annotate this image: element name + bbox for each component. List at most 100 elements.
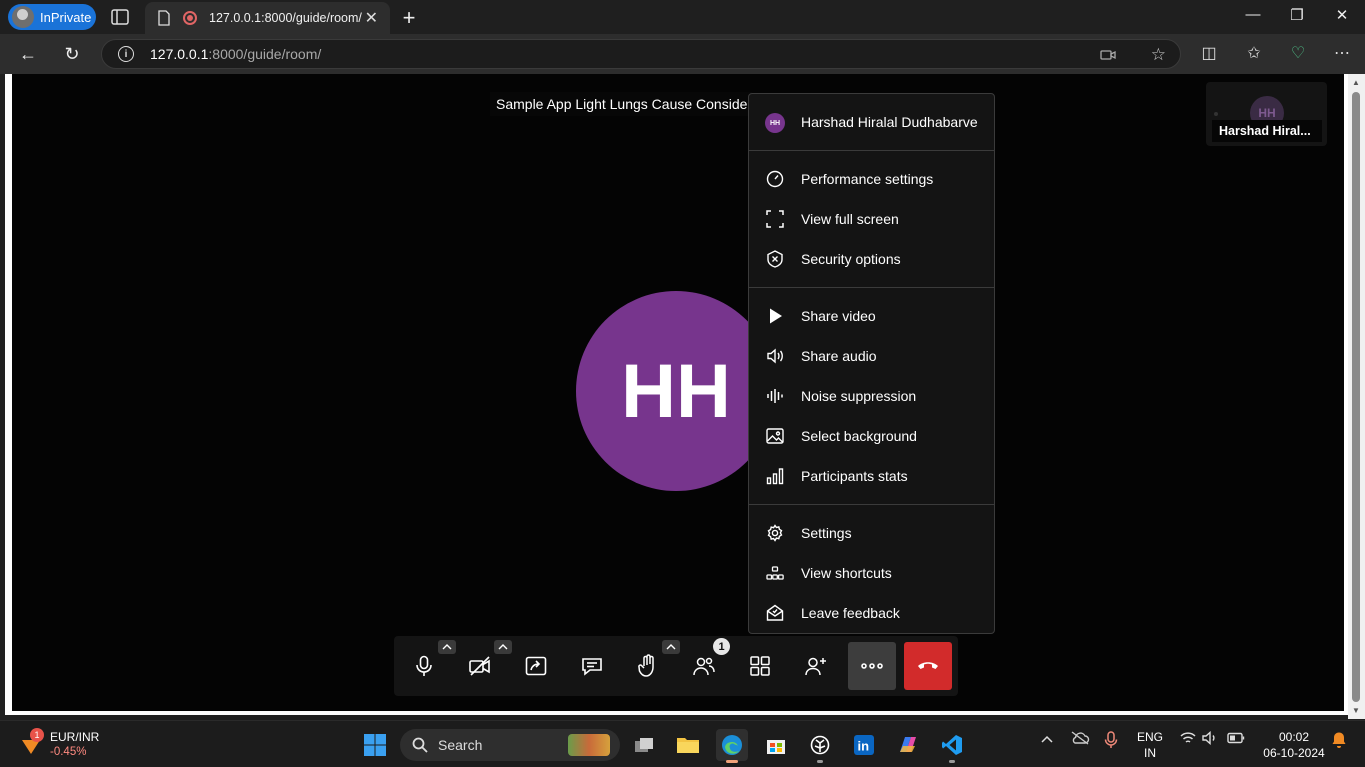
menu-item-view-shortcuts[interactable]: View shortcuts — [749, 555, 994, 591]
active-tab[interactable]: 127.0.0.1:8000/guide/room/ ✕ — [145, 2, 390, 34]
speaker-icon — [765, 346, 785, 366]
favorites-icon[interactable]: ✩ — [1243, 43, 1265, 65]
open-indicator — [949, 760, 955, 763]
menu-item-settings[interactable]: Settings — [749, 515, 994, 551]
store-icon — [767, 740, 785, 754]
system-clock[interactable]: 00:02 06-10-2024 — [1258, 729, 1330, 761]
chatgpt-button[interactable] — [804, 729, 836, 763]
windows-logo-icon — [364, 734, 386, 756]
restore-button[interactable]: ❐ — [1274, 6, 1320, 24]
bar-chart-icon — [765, 466, 785, 486]
tile-view-button[interactable] — [738, 644, 782, 688]
copilot-icon — [900, 737, 916, 752]
taskbar-search[interactable]: Search — [400, 729, 620, 761]
shield-icon — [765, 249, 785, 269]
menu-profile[interactable]: HH Harshad Hiralal Dudhabarve — [749, 94, 994, 151]
store-button[interactable] — [760, 729, 792, 761]
refresh-button[interactable]: ↻ — [59, 41, 85, 67]
waveform-icon — [765, 386, 785, 406]
scroll-up-icon[interactable]: ▲ — [1351, 78, 1361, 87]
scrollbar[interactable]: ▲ ▼ — [1348, 74, 1365, 719]
participants-button[interactable]: 1 — [682, 638, 730, 688]
menu-divider — [749, 287, 994, 288]
camera-permission-icon[interactable] — [1100, 48, 1116, 62]
open-indicator — [817, 760, 823, 763]
tab-title: 127.0.0.1:8000/guide/room/ — [209, 11, 362, 25]
close-window-button[interactable]: ✕ — [1319, 6, 1365, 24]
edge-taskbar-button[interactable] — [716, 729, 748, 763]
profile-avatar-icon — [12, 6, 34, 28]
video-options-caret[interactable] — [494, 640, 512, 654]
vscode-icon — [942, 735, 962, 755]
minimize-button[interactable]: — — [1230, 6, 1276, 23]
mic-in-use-icon[interactable] — [1104, 731, 1118, 752]
linkedin-button[interactable]: in — [848, 729, 880, 761]
screen-share-button[interactable] — [514, 644, 558, 688]
battery-icon[interactable] — [1227, 731, 1245, 747]
hang-up-icon — [918, 662, 938, 669]
market-widget[interactable]: 1 EUR/INR -0.45% — [16, 728, 106, 762]
menu-item-share-audio[interactable]: Share audio — [749, 338, 994, 374]
microphone-button[interactable] — [402, 640, 456, 688]
camera-button[interactable] — [458, 640, 512, 688]
start-button[interactable] — [359, 729, 391, 761]
volume-icon[interactable] — [1202, 730, 1218, 748]
copilot-button[interactable] — [892, 729, 924, 761]
url-text: 127.0.0.1:8000/guide/room/ — [150, 46, 322, 62]
notifications-bell-icon[interactable] — [1331, 731, 1347, 752]
more-actions-button[interactable] — [848, 642, 896, 690]
menu-item-noise-suppression[interactable]: Noise suppression — [749, 378, 994, 414]
address-bar-row: ← ↻ i 127.0.0.1:8000/guide/room/ ☆ ◫ ✩ ♡… — [0, 34, 1365, 74]
participants-count-badge: 1 — [713, 638, 730, 655]
chatgpt-icon — [810, 735, 830, 755]
linkedin-icon: in — [854, 735, 874, 755]
site-info-icon[interactable]: i — [118, 46, 134, 62]
tab-actions-icon[interactable] — [110, 8, 130, 26]
browser-essentials-icon[interactable]: ♡ — [1287, 43, 1309, 65]
menu-item-leave-feedback[interactable]: Leave feedback — [749, 595, 994, 631]
split-screen-icon[interactable]: ◫ — [1198, 43, 1220, 65]
currency-change: -0.45% — [50, 746, 87, 758]
file-explorer-button[interactable] — [672, 729, 704, 761]
clock-time: 00:02 — [1278, 730, 1310, 744]
task-view-button[interactable] — [628, 729, 660, 761]
menu-item-security-options[interactable]: Security options — [749, 241, 994, 277]
status-dot — [1214, 112, 1218, 116]
microphone-icon — [416, 655, 432, 676]
invite-button[interactable] — [794, 644, 838, 688]
reactions-caret[interactable] — [662, 640, 680, 654]
close-tab-icon[interactable]: ✕ — [365, 8, 378, 28]
favorite-star-icon[interactable]: ☆ — [1151, 45, 1166, 65]
vscode-button[interactable] — [936, 729, 968, 763]
audio-options-caret[interactable] — [438, 640, 456, 654]
back-button[interactable]: ← — [15, 41, 41, 67]
participant-thumbnail[interactable]: HH Harshad Hiral... — [1206, 82, 1327, 146]
image-icon — [765, 426, 785, 446]
onedrive-offline-icon[interactable] — [1070, 731, 1090, 748]
menu-item-performance-settings[interactable]: Performance settings — [749, 161, 994, 197]
profile-avatar: HH — [765, 113, 785, 133]
scrollbar-thumb[interactable] — [1352, 92, 1360, 702]
inprivate-button[interactable]: InPrivate — [8, 4, 96, 30]
wifi-icon[interactable] — [1180, 731, 1196, 748]
scroll-down-icon[interactable]: ▼ — [1351, 706, 1361, 715]
thumbnail-name: Harshad Hiral... — [1212, 120, 1322, 142]
leave-meeting-button[interactable] — [904, 642, 952, 690]
browser-tab-bar: InPrivate 127.0.0.1:8000/guide/room/ ✕ +… — [0, 0, 1365, 34]
menu-item-select-background[interactable]: Select background — [749, 418, 994, 454]
chat-button[interactable] — [570, 644, 614, 688]
gauge-icon — [765, 169, 785, 189]
raise-hand-button[interactable] — [626, 640, 680, 688]
input-language[interactable]: ENG IN — [1134, 729, 1166, 761]
widget-badge: 1 — [30, 728, 44, 742]
menu-item-view-full-screen[interactable]: View full screen — [749, 201, 994, 237]
folder-icon — [677, 738, 699, 753]
menu-item-participants-stats[interactable]: Participants stats — [749, 458, 994, 494]
show-hidden-icons[interactable] — [1040, 731, 1054, 747]
new-tab-button[interactable]: + — [398, 5, 420, 31]
menu-divider — [749, 504, 994, 505]
menu-item-share-video[interactable]: Share video — [749, 298, 994, 334]
settings-more-icon[interactable]: ⋯ — [1331, 43, 1353, 65]
address-bar[interactable]: i 127.0.0.1:8000/guide/room/ ☆ — [101, 39, 1181, 69]
recording-icon — [183, 11, 197, 25]
